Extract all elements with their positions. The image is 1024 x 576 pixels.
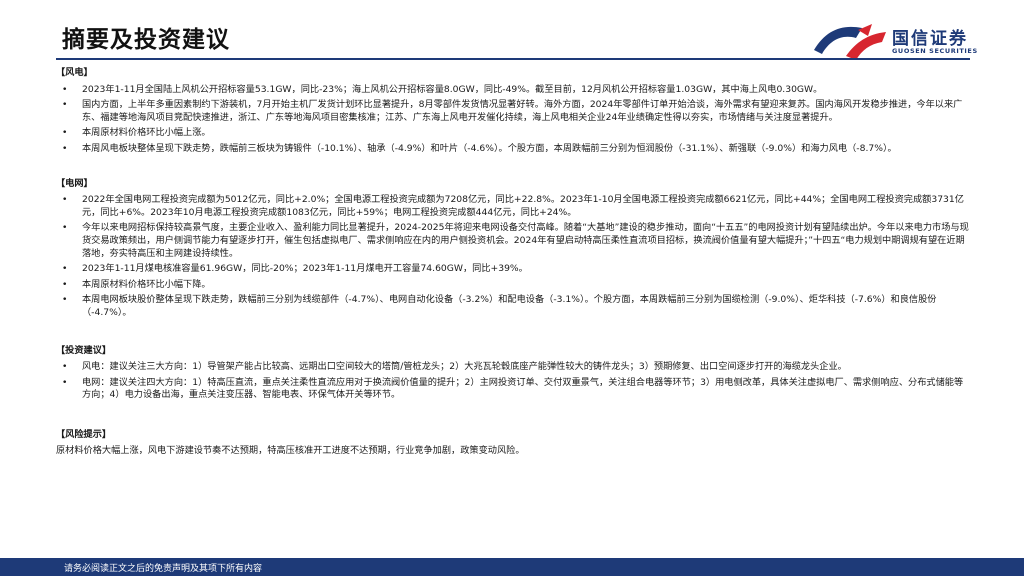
list-item: 今年以来电网招标保持较高景气度，主要企业收入、盈利能力同比显著提升，2024-2…	[56, 222, 972, 260]
grid-section: 【电网】 2022年全国电网工程投资完成额为5012亿元，同比+2.0%；全国电…	[56, 178, 972, 320]
grid-bullet-list: 2022年全国电网工程投资完成额为5012亿元，同比+2.0%；全国电源工程投资…	[56, 194, 972, 319]
page-title: 摘要及投资建议	[62, 27, 230, 53]
list-item: 电网：建议关注四大方向：1）特高压直流，重点关注柔性直流应用对于换流阀价值量的提…	[56, 377, 972, 402]
title-divider	[56, 58, 970, 60]
investment-section: 【投资建议】 风电：建议关注三大方向：1）导管架产能占比较高、远期出口空间较大的…	[56, 345, 972, 402]
wind-bullet-list: 2023年1-11月全国陆上风机公开招标容量53.1GW，同比-23%；海上风机…	[56, 84, 972, 156]
wind-section: 【风电】 2023年1-11月全国陆上风机公开招标容量53.1GW，同比-23%…	[56, 67, 972, 156]
section-heading-investment: 【投资建议】	[56, 344, 112, 356]
list-item: 本周风电板块整体呈现下跌走势，跌幅前三板块为铸锻件（-10.1%）、轴承（-4.…	[56, 143, 972, 156]
list-item: 国内方面，上半年多重因素制约下游装机，7月开始主机厂发货计划环比显著提升，8月零…	[56, 99, 972, 124]
footer-disclaimer: 请务必阅读正文之后的免责声明及其项下所有内容	[64, 564, 263, 574]
list-item: 2023年1-11月煤电核准容量61.96GW，同比-20%；2023年1-11…	[56, 263, 972, 276]
list-item: 2022年全国电网工程投资完成额为5012亿元，同比+2.0%；全国电源工程投资…	[56, 194, 972, 219]
list-item: 2023年1-11月全国陆上风机公开招标容量53.1GW，同比-23%；海上风机…	[56, 84, 972, 97]
company-logo: 国信证券 GUOSEN SECURITIES	[812, 20, 982, 62]
summary-content: 【风电】 2023年1-11月全国陆上风机公开招标容量53.1GW，同比-23%…	[56, 67, 972, 458]
list-item: 本周原材料价格环比小幅下降。	[56, 279, 972, 292]
section-heading-risk: 【风险提示】	[56, 428, 112, 440]
investment-bullet-list: 风电：建议关注三大方向：1）导管架产能占比较高、远期出口空间较大的塔筒/管桩龙头…	[56, 361, 972, 402]
section-heading-grid: 【电网】	[56, 177, 93, 189]
logo-name-en: GUOSEN SECURITIES	[892, 47, 978, 55]
footer-bar: 请务必阅读正文之后的免责声明及其项下所有内容	[0, 558, 1024, 576]
guosen-logo-icon	[814, 24, 886, 60]
list-item: 风电：建议关注三大方向：1）导管架产能占比较高、远期出口空间较大的塔筒/管桩龙头…	[56, 361, 972, 374]
list-item: 本周原材料价格环比小幅上涨。	[56, 127, 972, 140]
risk-text: 原材料价格大幅上涨，风电下游建设节奏不达预期，特高压核准开工进度不达预期，行业竞…	[56, 445, 525, 457]
section-heading-wind: 【风电】	[56, 67, 93, 78]
risk-section: 【风险提示】 原材料价格大幅上涨，风电下游建设节奏不达预期，特高压核准开工进度不…	[56, 429, 972, 458]
list-item: 本周电网板块股价整体呈现下跌走势，跌幅前三分别为线缆部件（-4.7%）、电网自动…	[56, 294, 972, 319]
logo-name-cn: 国信证券	[892, 29, 968, 49]
